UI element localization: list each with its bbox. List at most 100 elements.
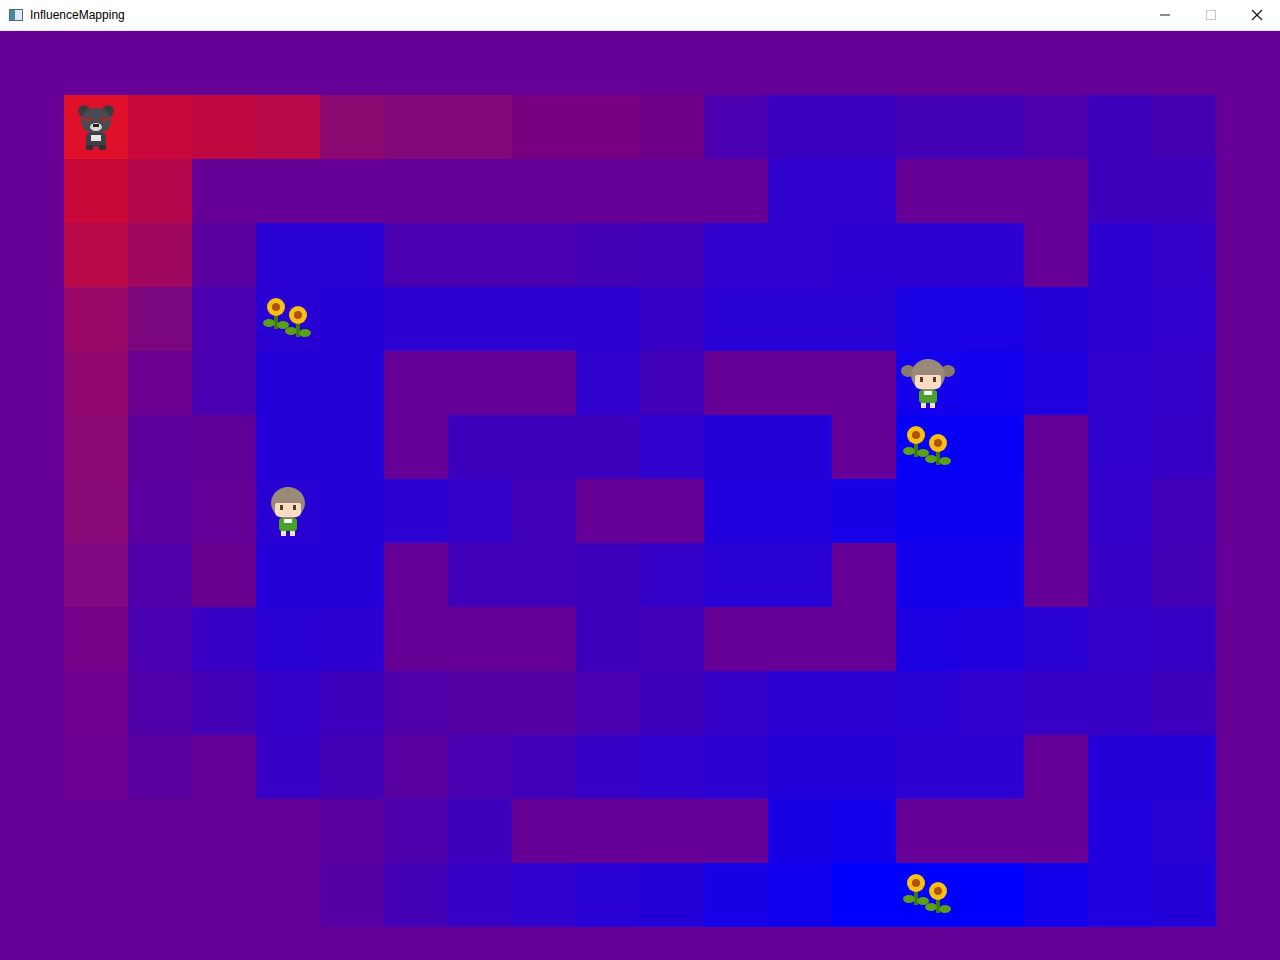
map-cell <box>1024 351 1088 415</box>
map-cell <box>512 415 576 479</box>
map-cell <box>1152 287 1216 351</box>
map-cell <box>384 95 448 159</box>
map-cell <box>1088 287 1152 351</box>
map-cell <box>576 735 640 799</box>
map-cell <box>64 415 128 479</box>
map-cell <box>1216 351 1280 415</box>
map-cell <box>768 287 832 351</box>
sunflower <box>896 863 960 927</box>
map-cell <box>384 479 448 543</box>
map-cell <box>448 607 512 671</box>
map-cell <box>960 31 1024 95</box>
map-cell <box>1088 351 1152 415</box>
map-cell <box>256 543 320 607</box>
map-cell <box>192 671 256 735</box>
map-cell <box>448 31 512 95</box>
map-cell <box>128 543 192 607</box>
close-button[interactable] <box>1234 0 1280 30</box>
map-cell <box>1088 479 1152 543</box>
bear-icon <box>76 103 116 151</box>
map-cell <box>1152 799 1216 863</box>
map-cell <box>128 927 192 960</box>
map-cell <box>64 799 128 863</box>
map-cell <box>320 479 384 543</box>
map-cell <box>64 31 128 95</box>
map-cell <box>1152 735 1216 799</box>
map-cell <box>1024 95 1088 159</box>
map-cell <box>896 863 960 927</box>
map-cell <box>512 351 576 415</box>
map-cell <box>1152 351 1216 415</box>
map-cell <box>1152 159 1216 223</box>
map-cell <box>832 671 896 735</box>
map-cell <box>576 159 640 223</box>
map-cell <box>512 799 576 863</box>
map-cell <box>128 159 192 223</box>
close-icon <box>1251 9 1263 21</box>
map-cell <box>704 31 768 95</box>
map-cell <box>320 607 384 671</box>
map-cell <box>192 735 256 799</box>
map-cell <box>768 543 832 607</box>
map-cell <box>1024 31 1088 95</box>
map-cell <box>1088 799 1152 863</box>
map-cell <box>1216 543 1280 607</box>
map-cell <box>768 95 832 159</box>
map-cell <box>896 671 960 735</box>
map-cell <box>768 479 832 543</box>
map-cell <box>640 735 704 799</box>
map-cell <box>576 671 640 735</box>
map-cell <box>960 799 1024 863</box>
map-cell <box>384 607 448 671</box>
map-cell <box>640 415 704 479</box>
map-cell <box>704 863 768 927</box>
map-cell <box>832 95 896 159</box>
map-cell <box>1024 671 1088 735</box>
map-cell <box>768 159 832 223</box>
map-cell <box>1152 927 1216 960</box>
map-cell <box>64 351 128 415</box>
window-title: InfluenceMapping <box>30 6 125 24</box>
map-cell <box>576 863 640 927</box>
map-cell <box>448 223 512 287</box>
sunflower <box>896 415 960 479</box>
map-cell <box>1088 543 1152 607</box>
map-cell <box>64 607 128 671</box>
map-cell <box>704 607 768 671</box>
influence-map <box>0 31 1280 960</box>
map-cell <box>192 543 256 607</box>
map-cell <box>0 287 64 351</box>
minimize-icon <box>1159 9 1171 21</box>
map-cell <box>0 927 64 960</box>
map-cell <box>1024 415 1088 479</box>
map-cell <box>64 287 128 351</box>
map-cell <box>512 95 576 159</box>
map-cell <box>256 863 320 927</box>
minimize-button[interactable] <box>1142 0 1188 30</box>
map-cell <box>320 543 384 607</box>
maximize-icon <box>1205 9 1217 21</box>
map-cell <box>1152 863 1216 927</box>
map-cell <box>256 415 320 479</box>
map-cell <box>1152 31 1216 95</box>
map-cell <box>896 287 960 351</box>
map-cell <box>704 927 768 960</box>
map-cell <box>576 607 640 671</box>
map-cell <box>320 159 384 223</box>
map-cell <box>1216 415 1280 479</box>
map-cell <box>1024 863 1088 927</box>
map-cell <box>512 927 576 960</box>
map-cell <box>256 607 320 671</box>
map-cell <box>448 543 512 607</box>
map-cell <box>640 223 704 287</box>
map-cell <box>64 863 128 927</box>
map-cell <box>384 927 448 960</box>
map-cell <box>0 415 64 479</box>
map-cell <box>576 927 640 960</box>
map-cell <box>128 31 192 95</box>
map-cell <box>0 223 64 287</box>
map-cell <box>1152 607 1216 671</box>
map-cell <box>384 863 448 927</box>
map-cell <box>64 479 128 543</box>
map-cell <box>192 927 256 960</box>
